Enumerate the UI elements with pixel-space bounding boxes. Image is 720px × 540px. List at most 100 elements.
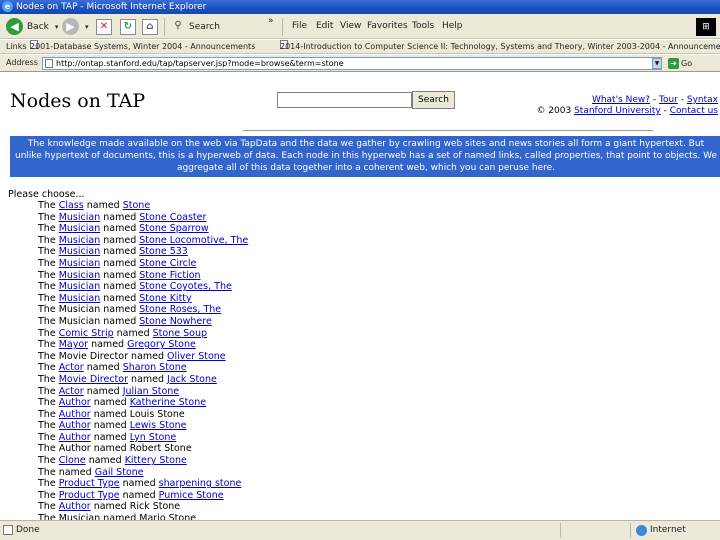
row-prefix: The (38, 281, 59, 293)
back-button[interactable]: ◀ Back ▾ (6, 17, 58, 36)
result-name-link[interactable]: Jack Stone (167, 374, 217, 385)
result-row: The Clone named Kittery Stone (38, 455, 678, 467)
toolbar-divider (282, 18, 283, 36)
toolbar-overflow-chevron[interactable]: » (268, 16, 274, 26)
stanford-link[interactable]: Stanford University (574, 106, 661, 116)
search-submit-button[interactable]: Search (412, 91, 455, 109)
menu-view[interactable]: View (340, 21, 361, 31)
result-type-link[interactable]: Movie Director (59, 374, 128, 385)
menu-favorites[interactable]: Favorites (367, 21, 408, 31)
result-type-link: Musician (58, 304, 101, 316)
result-name-link[interactable]: Katherine Stone (130, 397, 206, 408)
browser-toolbar: ◀ Back ▾ ▶ ▾ ✕ ↻ ⌂ ⚲ Search » File Edit … (0, 14, 720, 39)
row-connector: named (103, 315, 140, 327)
result-type-link[interactable]: Musician (59, 235, 101, 246)
result-type-link[interactable]: Musician (59, 270, 101, 281)
address-input[interactable] (42, 57, 662, 70)
result-name-link[interactable]: Stone Nowhere (139, 316, 212, 327)
row-prefix: The (38, 455, 59, 467)
result-type-link[interactable]: Product Type (59, 478, 120, 489)
menu-file[interactable]: File (292, 21, 307, 31)
row-connector: named (93, 501, 130, 513)
result-type-link[interactable]: Comic Strip (59, 328, 114, 339)
copyright-line: © 2003 Stanford University - Contact us (536, 106, 718, 116)
result-type-link[interactable]: Musician (59, 258, 101, 269)
page-title: Nodes on TAP (10, 90, 146, 112)
zone-text: Internet (650, 525, 686, 535)
result-type-link[interactable]: Mayor (59, 339, 88, 350)
home-icon: ⌂ (142, 18, 158, 35)
result-name-link[interactable]: Stone Fiction (139, 270, 200, 281)
whats-new-link[interactable]: What's New? (592, 95, 650, 105)
result-name-link[interactable]: Stone Sparrow (139, 223, 208, 234)
result-type-link[interactable]: Musician (59, 281, 101, 292)
syntax-link[interactable]: Syntax (687, 95, 718, 105)
result-name-link[interactable]: Stone Coyotes, The (139, 281, 232, 292)
result-type-link[interactable]: Class (59, 200, 84, 211)
result-name-link[interactable]: Stone Roses, The (139, 304, 221, 315)
result-name-link[interactable]: Stone Soup (153, 328, 207, 339)
result-name-link[interactable]: Oliver Stone (167, 351, 226, 362)
refresh-button[interactable]: ↻ (120, 17, 136, 36)
row-connector: named (122, 489, 159, 501)
result-name-link[interactable]: Julian Stone (123, 386, 179, 397)
window-title: Nodes on TAP - Microsoft Internet Explor… (16, 2, 207, 12)
result-name-link[interactable]: Stone (123, 200, 150, 211)
divider-rule (243, 130, 653, 131)
result-name-link: Rick Stone (129, 501, 181, 513)
search-button[interactable]: ⚲ Search (170, 17, 220, 36)
result-name-link[interactable]: Stone Circle (139, 258, 196, 269)
result-name-link[interactable]: Stone 533 (139, 246, 188, 257)
result-type-link[interactable]: Author (59, 432, 91, 443)
contact-link[interactable]: Contact us (670, 106, 718, 116)
result-name-link[interactable]: Stone Kitty (139, 293, 191, 304)
result-name-link[interactable]: Lyn Stone (130, 432, 177, 443)
result-name-link[interactable]: sharpening stone (159, 478, 242, 489)
result-type-link[interactable]: Musician (59, 246, 101, 257)
result-type-link[interactable]: Author (59, 501, 91, 512)
result-type-link[interactable]: Actor (59, 362, 84, 373)
tour-link[interactable]: Tour (659, 95, 678, 105)
row-connector: named (58, 466, 95, 478)
result-name-link[interactable]: Kittery Stone (125, 455, 187, 466)
result-type-link[interactable]: Actor (59, 386, 84, 397)
menu-edit[interactable]: Edit (316, 21, 333, 31)
result-type-link[interactable]: Musician (59, 212, 101, 223)
result-type-link[interactable]: Author (59, 409, 91, 420)
result-name-link[interactable]: Lewis Stone (130, 420, 187, 431)
result-type-link[interactable]: Author (59, 420, 91, 431)
result-row: The Author named Lewis Stone (38, 420, 678, 432)
stop-button[interactable]: ✕ (96, 17, 112, 36)
status-divider (560, 523, 561, 538)
row-connector: named (91, 339, 128, 351)
result-name-link[interactable]: Stone Coaster (139, 212, 206, 223)
stop-icon: ✕ (96, 18, 112, 35)
window-title-bar: e Nodes on TAP - Microsoft Internet Expl… (0, 0, 720, 14)
row-connector: named (93, 408, 130, 420)
go-button[interactable]: ➜ Go (668, 57, 692, 70)
menu-tools[interactable]: Tools (412, 21, 434, 31)
result-name-link[interactable]: Gregory Stone (127, 339, 196, 350)
result-name-link[interactable]: Sharon Stone (123, 362, 187, 373)
row-prefix: The (38, 397, 59, 409)
menu-help[interactable]: Help (442, 21, 463, 31)
row-connector: named (103, 513, 140, 520)
address-dropdown-icon[interactable]: ▼ (652, 58, 662, 69)
search-input[interactable] (277, 92, 412, 108)
result-type-link[interactable]: Clone (59, 455, 86, 466)
row-prefix: The (38, 466, 59, 478)
result-type-link[interactable]: Musician (59, 293, 101, 304)
row-prefix: The (38, 443, 59, 455)
row-connector: named (93, 397, 130, 409)
home-button[interactable]: ⌂ (142, 17, 158, 36)
result-name-link[interactable]: Gail Stone (95, 467, 144, 478)
row-prefix: The (38, 257, 59, 269)
result-type-link[interactable]: Musician (59, 223, 101, 234)
status-divider (630, 523, 631, 538)
result-type-link[interactable]: Author (59, 397, 91, 408)
result-row: The Musician named Stone Coyotes, The (38, 281, 678, 293)
result-name-link[interactable]: Stone Locomotive, The (139, 235, 248, 246)
forward-button[interactable]: ▶ ▾ (62, 17, 89, 36)
result-type-link[interactable]: Product Type (59, 490, 120, 501)
result-name-link[interactable]: Pumice Stone (159, 490, 224, 501)
